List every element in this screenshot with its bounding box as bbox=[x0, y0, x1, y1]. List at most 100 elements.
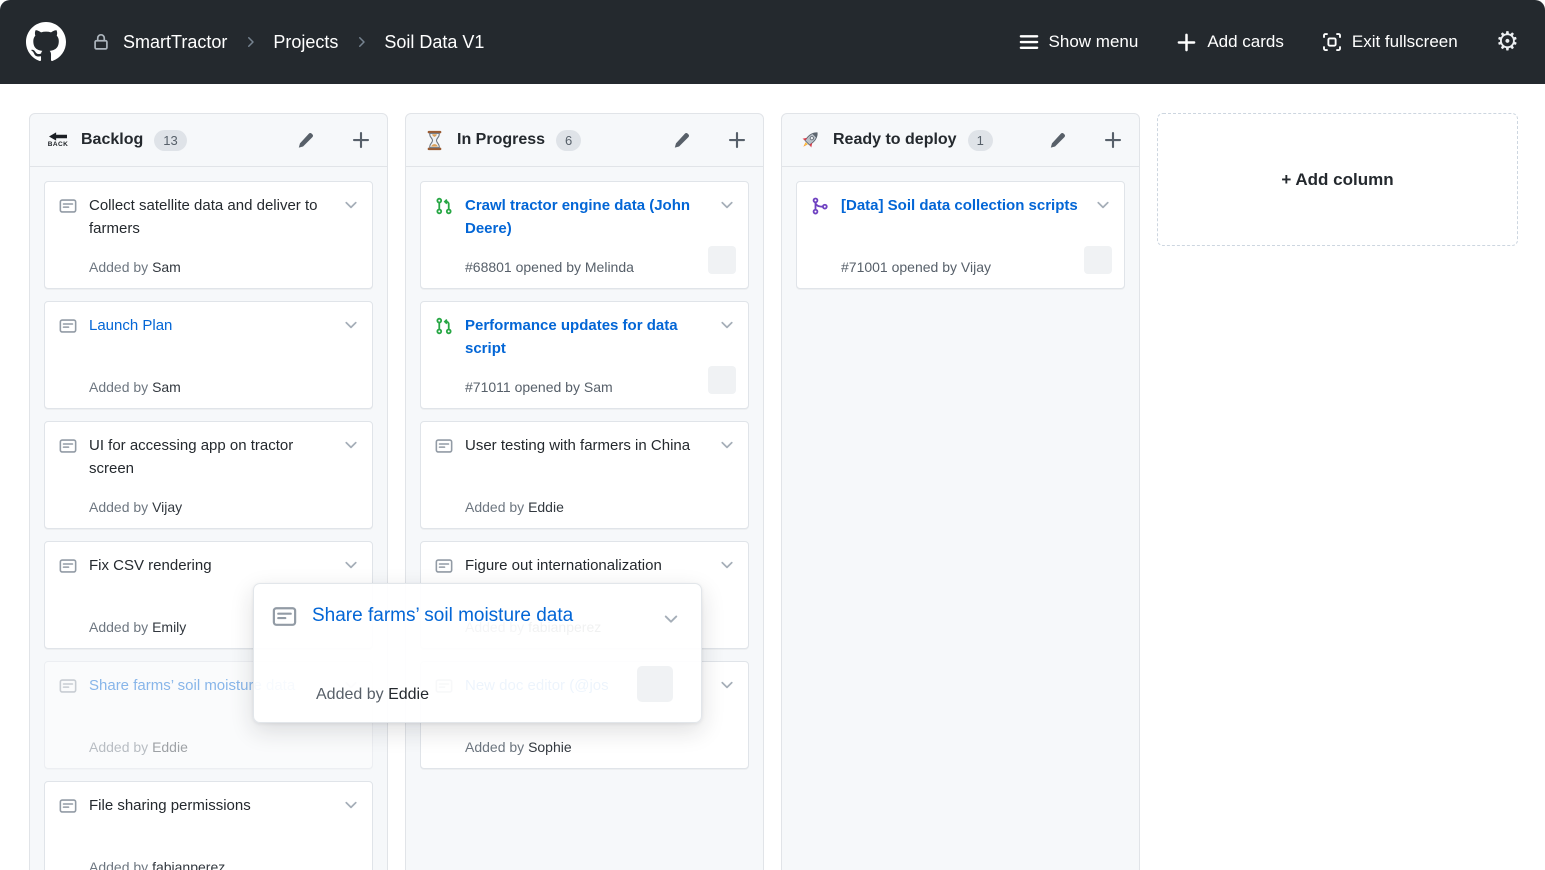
note-icon bbox=[59, 557, 77, 575]
add-column-label: + Add column bbox=[1281, 170, 1393, 190]
column-header-backlog: BACKBacklog13 bbox=[30, 114, 387, 167]
card-meta-name: Eddie bbox=[388, 686, 429, 703]
card-meta: Added by Sam bbox=[89, 379, 181, 395]
chevron-down-icon[interactable] bbox=[342, 555, 360, 573]
add-column-button[interactable]: + Add column bbox=[1157, 113, 1518, 246]
card-title: UI for accessing app on tractor screen bbox=[89, 435, 332, 480]
add-card-button[interactable] bbox=[351, 130, 371, 150]
screen-normal-icon bbox=[1322, 32, 1342, 52]
edit-column-button[interactable] bbox=[297, 132, 314, 149]
chevron-right-icon bbox=[242, 34, 258, 50]
column-backlog: BACKBacklog13 Collect satellite data and … bbox=[29, 113, 388, 870]
chevron-down-icon[interactable] bbox=[718, 435, 736, 453]
card-title: Collect satellite data and deliver to fa… bbox=[89, 195, 332, 240]
card-performance-updates-for-data-script[interactable]: Performance updates for data script #7101… bbox=[420, 301, 749, 409]
avatar-placeholder bbox=[708, 366, 736, 394]
card-meta-prefix: Added by bbox=[89, 739, 152, 755]
chevron-down-icon[interactable] bbox=[718, 675, 736, 693]
card-meta-prefix: #71011 opened by bbox=[465, 379, 584, 395]
card-title-link[interactable]: Share farms’ soil moisture data bbox=[312, 601, 573, 630]
card-meta-name: Vijay bbox=[961, 259, 991, 275]
avatar-placeholder bbox=[637, 666, 673, 702]
breadcrumb-projects[interactable]: Projects bbox=[273, 32, 338, 53]
add-cards-label: Add cards bbox=[1207, 32, 1284, 52]
column-in-progress: In Progress 6 Crawl tractor engine data (J… bbox=[405, 113, 764, 870]
chevron-down-icon[interactable] bbox=[718, 195, 736, 213]
note-icon bbox=[272, 604, 297, 629]
plus-icon bbox=[1176, 32, 1197, 53]
card-meta-name: Melinda bbox=[585, 259, 634, 275]
pull-request-icon bbox=[435, 197, 453, 215]
card-title[interactable]: Launch Plan bbox=[89, 315, 172, 338]
card-title: Figure out internationalization bbox=[465, 555, 662, 578]
git-merge-icon bbox=[811, 197, 829, 215]
breadcrumb-repo[interactable]: SmartTractor bbox=[123, 32, 227, 53]
card-crawl-tractor-engine-data-john-deere[interactable]: Crawl tractor engine data (John Deere) #6… bbox=[420, 181, 749, 289]
note-icon bbox=[435, 437, 453, 455]
dragged-card[interactable]: Share farms’ soil moisture data Added by… bbox=[253, 583, 702, 723]
add-cards-button[interactable]: Add cards bbox=[1176, 32, 1284, 53]
card-meta-name: Eddie bbox=[152, 739, 188, 755]
show-menu-button[interactable]: Show menu bbox=[1019, 32, 1139, 52]
show-menu-label: Show menu bbox=[1049, 32, 1139, 52]
chevron-down-icon[interactable] bbox=[1094, 195, 1112, 213]
card-title: User testing with farmers in China bbox=[465, 435, 690, 458]
rocket-emoji-icon bbox=[798, 128, 822, 152]
card-file-sharing-permissions[interactable]: File sharing permissionsAdded by fabianp… bbox=[44, 781, 373, 870]
chevron-down-icon[interactable] bbox=[718, 315, 736, 333]
card-meta: Added by Sophie bbox=[465, 739, 572, 755]
column-title: Ready to deploy bbox=[833, 131, 957, 149]
card-meta-prefix: Added by bbox=[89, 619, 152, 635]
card-title[interactable]: Performance updates for data script bbox=[465, 315, 708, 360]
card-ui-for-accessing-app-on-tractor-screen[interactable]: UI for accessing app on tractor screen Ad… bbox=[44, 421, 373, 529]
avatar-placeholder bbox=[708, 246, 736, 274]
note-icon bbox=[59, 197, 77, 215]
chevron-right-icon bbox=[353, 34, 369, 50]
card-title[interactable]: Crawl tractor engine data (John Deere) bbox=[465, 195, 708, 240]
add-card-button[interactable] bbox=[727, 130, 747, 150]
card-meta-name: fabianperez bbox=[152, 859, 225, 870]
breadcrumb-project-name[interactable]: Soil Data V1 bbox=[384, 32, 484, 53]
card-meta-prefix: #68801 opened by bbox=[465, 259, 585, 275]
note-icon bbox=[59, 797, 77, 815]
card-meta-name: Sam bbox=[584, 379, 613, 395]
chevron-down-icon[interactable] bbox=[342, 195, 360, 213]
card-meta: Added by Vijay bbox=[89, 499, 182, 515]
card-meta: Added by Eddie bbox=[465, 499, 564, 515]
card-meta-prefix: Added by bbox=[465, 739, 528, 755]
card-meta-prefix: Added by bbox=[89, 859, 152, 870]
card-meta: Added by Eddie bbox=[89, 739, 188, 755]
card-launch-plan[interactable]: Launch Plan Added by Sam bbox=[44, 301, 373, 409]
chevron-down-icon[interactable] bbox=[342, 795, 360, 813]
lock-icon bbox=[92, 33, 110, 51]
pull-request-icon bbox=[435, 317, 453, 335]
card-meta-prefix: Added by bbox=[316, 686, 384, 703]
note-icon bbox=[435, 557, 453, 575]
card-collect-satellite-data-and-deliver-to-farmers[interactable]: Collect satellite data and deliver to fa… bbox=[44, 181, 373, 289]
exit-fullscreen-button[interactable]: Exit fullscreen bbox=[1322, 32, 1458, 52]
card-meta: Added by fabianperez bbox=[89, 859, 225, 870]
edit-column-button[interactable] bbox=[1049, 132, 1066, 149]
card-data-soil-data-collection-scripts[interactable]: [Data] Soil data collection scripts#7100… bbox=[796, 181, 1125, 289]
column-header-in-progress: In Progress 6 bbox=[406, 114, 763, 167]
three-bars-icon bbox=[1019, 32, 1039, 52]
column-count-badge: 6 bbox=[556, 130, 581, 151]
chevron-down-icon[interactable] bbox=[342, 315, 360, 333]
card-user-testing-with-farmers-in-china[interactable]: User testing with farmers in China Added … bbox=[420, 421, 749, 529]
card-meta-name: Eddie bbox=[528, 499, 564, 515]
note-icon bbox=[59, 677, 77, 695]
chevron-down-icon[interactable] bbox=[342, 435, 360, 453]
column-title: In Progress bbox=[457, 131, 545, 149]
column-header-ready-to-deploy: Ready to deploy1 bbox=[782, 114, 1139, 167]
add-card-button[interactable] bbox=[1103, 130, 1123, 150]
card-meta-prefix: Added by bbox=[89, 499, 152, 515]
github-logo-icon[interactable] bbox=[26, 22, 66, 62]
edit-column-button[interactable] bbox=[673, 132, 690, 149]
chevron-down-icon[interactable] bbox=[718, 555, 736, 573]
card-title[interactable]: [Data] Soil data collection scripts bbox=[841, 195, 1078, 218]
chevron-down-icon[interactable] bbox=[661, 608, 681, 628]
card-meta: #71011 opened by Sam bbox=[465, 379, 613, 395]
card-meta-name: Vijay bbox=[152, 499, 182, 515]
gear-icon[interactable]: ⚙︎ bbox=[1496, 29, 1519, 55]
header-actions: Show menu Add cards Exit fullscreen ⚙︎ bbox=[1019, 29, 1519, 55]
